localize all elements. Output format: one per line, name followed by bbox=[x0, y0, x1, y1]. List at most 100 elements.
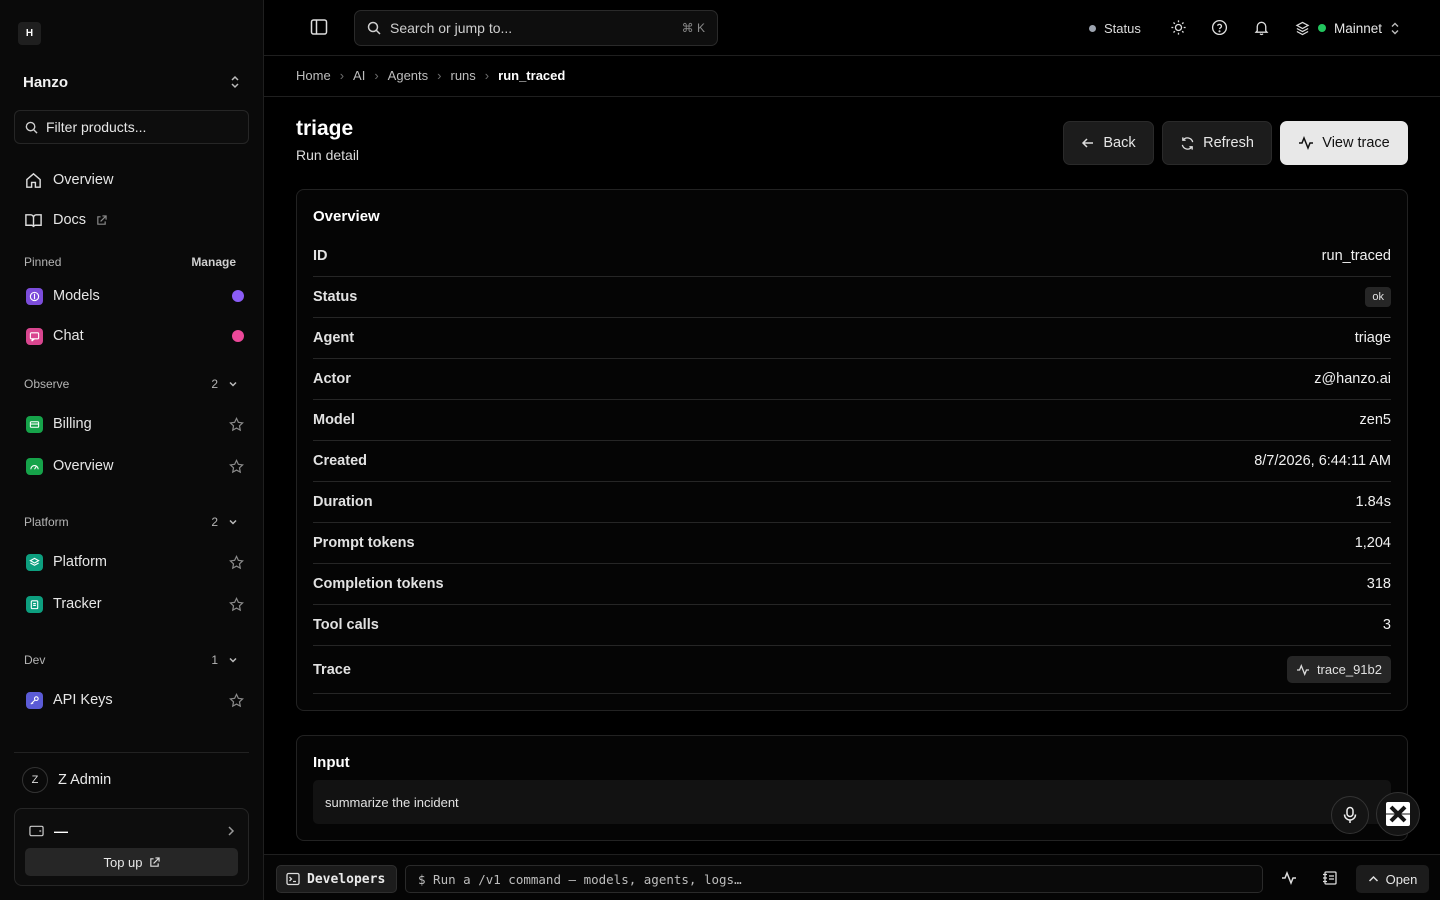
top-up-button[interactable]: Top up bbox=[25, 848, 238, 876]
sidebar-item-models[interactable]: Models bbox=[26, 281, 244, 311]
sidebar-item-platform[interactable]: Platform bbox=[26, 547, 244, 577]
view-trace-button[interactable]: View trace bbox=[1280, 121, 1408, 165]
star-icon[interactable] bbox=[229, 596, 244, 612]
key-icon bbox=[26, 691, 43, 709]
refresh-button[interactable]: Refresh bbox=[1162, 121, 1272, 165]
pinned-section-header: Pinned Manage bbox=[24, 252, 236, 272]
sidebar-item-label: Platform bbox=[53, 554, 107, 570]
open-label: Open bbox=[1385, 871, 1418, 887]
sidebar-item-chat[interactable]: Chat bbox=[26, 321, 244, 351]
star-icon[interactable] bbox=[229, 692, 244, 708]
gauge-icon bbox=[26, 457, 43, 475]
developers-tab[interactable]: Developers bbox=[276, 865, 397, 893]
logo[interactable]: H bbox=[18, 22, 41, 45]
breadcrumb-current: run_traced bbox=[498, 68, 566, 83]
org-switcher[interactable]: Hanzo bbox=[23, 66, 241, 98]
sidebar-item-observe-overview[interactable]: Overview bbox=[26, 451, 244, 481]
sidebar-item-overview[interactable]: Overview bbox=[24, 164, 246, 196]
top-bar: Search or jump to... ⌘ K Status Mainnet bbox=[264, 0, 1440, 56]
detail-row-duration: Duration 1.84s bbox=[313, 482, 1391, 523]
breadcrumb-home[interactable]: Home bbox=[296, 68, 331, 83]
open-panel-button[interactable]: Open bbox=[1356, 865, 1429, 893]
layers-icon bbox=[26, 553, 43, 571]
detail-value: 8/7/2026, 6:44:11 AM bbox=[1254, 453, 1391, 469]
star-icon[interactable] bbox=[229, 554, 244, 570]
breadcrumb-ai[interactable]: AI bbox=[353, 68, 365, 83]
status-dot bbox=[1089, 24, 1096, 32]
assistant-button[interactable] bbox=[1376, 792, 1420, 836]
filter-products-input[interactable]: Filter products... bbox=[14, 110, 249, 144]
chevron-down-icon bbox=[228, 655, 238, 665]
detail-row-id: ID run_traced bbox=[313, 236, 1391, 277]
search-placeholder: Search or jump to... bbox=[390, 20, 513, 36]
page-subtitle: Run detail bbox=[296, 147, 360, 163]
sidebar-item-label: Models bbox=[53, 288, 100, 304]
back-label: Back bbox=[1103, 135, 1136, 151]
detail-row-agent: Agent triage bbox=[313, 318, 1391, 359]
trace-link[interactable]: trace_91b2 bbox=[1286, 656, 1391, 683]
clipboard-icon bbox=[26, 595, 43, 613]
input-card: Input summarize the incident bbox=[296, 735, 1408, 841]
detail-value: zen5 bbox=[1359, 412, 1391, 428]
detail-value: 1,204 bbox=[1354, 535, 1391, 551]
sun-icon[interactable] bbox=[1170, 19, 1187, 36]
breadcrumb-runs[interactable]: runs bbox=[451, 68, 476, 83]
platform-section-header[interactable]: Platform 2 bbox=[24, 512, 238, 532]
refresh-icon bbox=[1180, 136, 1195, 151]
sidebar-toggle-icon[interactable] bbox=[310, 18, 328, 36]
back-button[interactable]: Back bbox=[1063, 121, 1154, 165]
manage-button[interactable]: Manage bbox=[191, 255, 236, 269]
sidebar-item-docs[interactable]: Docs bbox=[24, 204, 246, 236]
wallet-balance-row[interactable]: — bbox=[29, 821, 235, 841]
models-icon bbox=[26, 287, 43, 305]
detail-key: Trace bbox=[313, 661, 351, 678]
chevron-updown-icon bbox=[229, 75, 241, 89]
chevron-updown-icon bbox=[1390, 22, 1400, 35]
star-icon[interactable] bbox=[229, 458, 244, 474]
section-title: Dev bbox=[24, 653, 46, 667]
observe-section-header[interactable]: Observe 2 bbox=[24, 374, 238, 394]
breadcrumb-agents[interactable]: Agents bbox=[388, 68, 428, 83]
search-icon bbox=[25, 121, 38, 134]
avatar: Z bbox=[22, 767, 48, 793]
detail-key: Prompt tokens bbox=[313, 535, 415, 551]
bell-icon[interactable] bbox=[1253, 19, 1270, 36]
activity-icon[interactable] bbox=[1281, 870, 1297, 886]
chat-color-dot bbox=[232, 330, 244, 342]
refresh-label: Refresh bbox=[1203, 135, 1254, 151]
overview-card: Overview ID run_traced Status ok Agent t… bbox=[296, 189, 1408, 711]
sidebar-item-label: Chat bbox=[53, 328, 84, 344]
book-icon bbox=[24, 211, 43, 230]
terminal-icon bbox=[286, 872, 300, 886]
section-count: 2 bbox=[211, 377, 218, 391]
org-name: Hanzo bbox=[23, 73, 68, 91]
detail-key: Duration bbox=[313, 494, 373, 510]
detail-row-status: Status ok bbox=[313, 277, 1391, 318]
section-title: Observe bbox=[24, 377, 70, 391]
search-icon bbox=[367, 21, 381, 35]
dev-section-header[interactable]: Dev 1 bbox=[24, 650, 238, 670]
search-shortcut: ⌘ K bbox=[681, 21, 705, 35]
help-icon[interactable] bbox=[1211, 19, 1228, 36]
command-input[interactable]: $ Run a /v1 command — models, agents, lo… bbox=[405, 865, 1263, 893]
sidebar-item-tracker[interactable]: Tracker bbox=[26, 589, 244, 619]
voice-input-button[interactable] bbox=[1331, 796, 1369, 834]
detail-row-prompt-tokens: Prompt tokens 1,204 bbox=[313, 523, 1391, 564]
sidebar-item-label: API Keys bbox=[53, 692, 113, 708]
chevron-right-icon: › bbox=[339, 68, 345, 83]
detail-row-completion-tokens: Completion tokens 318 bbox=[313, 564, 1391, 605]
sidebar-item-label: Overview bbox=[53, 458, 114, 474]
arrow-left-icon bbox=[1081, 136, 1095, 150]
star-icon[interactable] bbox=[229, 416, 244, 432]
sidebar-item-api-keys[interactable]: API Keys bbox=[26, 685, 244, 715]
trace-id: trace_91b2 bbox=[1316, 662, 1382, 677]
network-switcher[interactable]: Mainnet bbox=[1295, 17, 1400, 39]
user-menu[interactable]: Z Z Admin bbox=[22, 766, 111, 794]
top-up-label: Top up bbox=[103, 854, 143, 870]
section-count: 2 bbox=[211, 515, 218, 529]
status-link[interactable]: Status bbox=[1089, 18, 1141, 38]
sidebar-item-billing[interactable]: Billing bbox=[26, 409, 244, 439]
detail-key: Model bbox=[313, 412, 355, 428]
logs-icon[interactable] bbox=[1322, 870, 1338, 886]
global-search[interactable]: Search or jump to... ⌘ K bbox=[354, 10, 718, 46]
